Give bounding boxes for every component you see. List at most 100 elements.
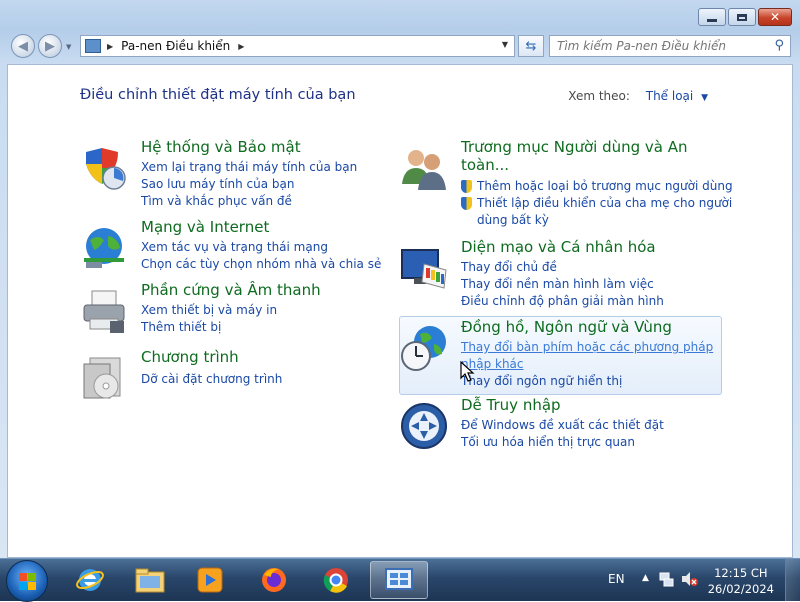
link-windows-suggest[interactable]: Để Windows đề xuất các thiết đặt [461, 417, 664, 434]
search-box[interactable]: ⚲ [549, 35, 791, 57]
category-links: Dỡ cài đặt chương trình [141, 371, 282, 388]
category-appearance: Diện mạo và Cá nhân hóa Thay đổi chủ đề … [400, 238, 730, 308]
clock-time: 12:15 CH [714, 566, 768, 580]
search-icon[interactable]: ⚲ [774, 38, 784, 53]
start-button[interactable] [6, 560, 48, 602]
clock-date: 26/02/2024 [707, 582, 774, 596]
network-icon[interactable] [658, 571, 674, 587]
link-homegroup[interactable]: Chọn các tùy chọn nhóm nhà và chia sẻ [141, 256, 381, 273]
control-panel-window: ✕ ◀ ▶ ▼ ▶ Pa-nen Điều khiển ▶ ▼ ⇆ ⚲ Điều… [0, 0, 800, 558]
minimize-button[interactable] [698, 8, 726, 26]
show-desktop-button[interactable] [785, 559, 800, 601]
refresh-button[interactable]: ⇆ [518, 35, 544, 57]
mouse-cursor-icon [460, 361, 475, 382]
taskbar: EN ▲ 12:15 CH 26/02/2024 [0, 558, 800, 602]
taskbar-file-explorer[interactable] [124, 561, 176, 599]
view-by-label: Xem theo: [568, 89, 630, 103]
category-system-security: Hệ thống và Bảo mật Xem lại trạng thái m… [80, 138, 380, 208]
link-display-language[interactable]: Thay đổi ngôn ngữ hiển thị [461, 373, 713, 390]
link-review-status[interactable]: Xem lại trạng thái máy tính của bạn [141, 159, 357, 176]
system-tray: EN ▲ 12:15 CH 26/02/2024 [580, 559, 800, 601]
page-title: Điều chỉnh thiết đặt máy tính của bạn [80, 87, 356, 103]
category-links: Thay đổi bàn phím hoặc các phương pháp n… [461, 339, 713, 390]
breadcrumb-control-panel[interactable]: Pa-nen Điều khiển [121, 39, 230, 53]
view-by: Xem theo: Thể loại ▼ [568, 89, 708, 103]
link-add-device[interactable]: Thêm thiết bị [141, 319, 277, 336]
link-backup[interactable]: Sao lưu máy tính của bạn [141, 176, 357, 193]
category-title-line[interactable]: Trương mục Người dùng và An [461, 138, 688, 156]
clock[interactable]: 12:15 CH 26/02/2024 [708, 565, 774, 597]
control-panel-icon [85, 39, 101, 53]
link-troubleshoot[interactable]: Tìm và khắc phục vấn đề [141, 193, 357, 210]
control-panel-icon [385, 568, 413, 590]
category-links: Xem lại trạng thái máy tính của bạn Sao … [141, 159, 357, 210]
back-arrow-icon: ◀ [18, 38, 28, 54]
link-change-theme[interactable]: Thay đổi chủ đề [461, 259, 664, 276]
monitor-palette-icon[interactable] [400, 244, 448, 292]
firefox-icon [262, 568, 286, 592]
chevron-down-icon[interactable]: ▼ [701, 93, 708, 103]
category-programs: Chương trình Dỡ cài đặt chương trình [80, 348, 380, 399]
internet-explorer-icon [76, 569, 104, 591]
forward-arrow-icon: ▶ [45, 38, 55, 54]
forward-button[interactable]: ▶ [38, 34, 62, 58]
link-change-keyboard-cont[interactable]: nhập khác [461, 356, 713, 373]
category-title[interactable]: Đồng hồ, Ngôn ngữ và Vùng [461, 318, 672, 336]
main-content: Điều chỉnh thiết đặt máy tính của bạn Xe… [7, 64, 793, 558]
link-optimize-display[interactable]: Tối ưu hóa hiển thị trực quan [461, 434, 664, 451]
breadcrumb-separator-icon[interactable]: ▶ [107, 42, 113, 51]
link-add-remove-accounts[interactable]: Thêm hoặc loại bỏ trương mục người dùng [461, 178, 733, 195]
category-links: Xem tác vụ và trạng thái mạng Chọn các t… [141, 239, 381, 273]
ease-of-access-icon[interactable] [400, 402, 448, 450]
category-links: Thêm hoặc loại bỏ trương mục người dùng … [461, 178, 733, 229]
taskbar-media-player[interactable] [184, 561, 236, 599]
printer-icon[interactable] [80, 287, 128, 335]
refresh-icon: ⇆ [525, 38, 537, 54]
media-player-icon [197, 567, 223, 593]
category-title[interactable]: Diện mạo và Cá nhân hóa [461, 238, 656, 256]
link-change-background[interactable]: Thay đổi nền màn hình làm việc [461, 276, 664, 293]
close-button[interactable]: ✕ [758, 8, 792, 26]
link-uninstall-program[interactable]: Dỡ cài đặt chương trình [141, 371, 282, 388]
network-globe-icon[interactable] [80, 224, 128, 272]
clock-globe-icon[interactable] [400, 324, 448, 372]
users-icon[interactable] [400, 144, 448, 192]
recent-pages-dropdown[interactable]: ▼ [66, 43, 71, 51]
taskbar-chrome[interactable] [310, 561, 362, 599]
category-title[interactable]: Hệ thống và Bảo mật [141, 138, 301, 156]
shield-icon[interactable] [80, 144, 128, 192]
back-button[interactable]: ◀ [11, 34, 35, 58]
category-hardware-sound: Phần cứng và Âm thanh Xem thiết bị và má… [80, 281, 380, 341]
taskbar-firefox[interactable] [248, 561, 300, 599]
maximize-button[interactable] [728, 8, 756, 26]
category-user-accounts: Trương mục Người dùng và An toàn... Thêm… [400, 138, 733, 229]
category-title[interactable]: Chương trình [141, 348, 239, 366]
category-network-internet: Mạng và Internet Xem tác vụ và trạng thá… [80, 218, 381, 278]
language-indicator[interactable]: EN [608, 572, 625, 586]
category-title[interactable]: Phần cứng và Âm thanh [141, 281, 321, 299]
link-screen-resolution[interactable]: Điều chỉnh độ phân giải màn hình [461, 293, 664, 310]
category-links: Để Windows đề xuất các thiết đặt Tối ưu … [461, 417, 664, 451]
link-parental-controls[interactable]: Thiết lập điều khiển của cha mẹ cho ngườ… [461, 195, 733, 212]
link-network-status[interactable]: Xem tác vụ và trạng thái mạng [141, 239, 381, 256]
view-by-selector[interactable]: Thể loại [646, 89, 694, 103]
link-change-keyboard[interactable]: Thay đổi bàn phím hoặc các phương pháp [461, 339, 713, 356]
category-title[interactable]: Dễ Truy nhập [461, 396, 561, 414]
search-input[interactable] [555, 38, 769, 54]
category-title-line[interactable]: toàn... [461, 156, 509, 174]
taskbar-control-panel[interactable] [370, 561, 428, 599]
category-links: Xem thiết bị và máy in Thêm thiết bị [141, 302, 277, 336]
show-hidden-icons-icon[interactable]: ▲ [642, 573, 649, 583]
link-parental-controls-cont[interactable]: dùng bất kỳ [461, 212, 733, 229]
address-bar[interactable]: ▶ Pa-nen Điều khiển ▶ ▼ [80, 35, 515, 57]
address-dropdown-icon[interactable]: ▼ [502, 40, 508, 49]
category-title[interactable]: Trương mục Người dùng và An toàn... [461, 138, 688, 174]
link-devices-printers[interactable]: Xem thiết bị và máy in [141, 302, 277, 319]
file-explorer-icon [135, 568, 165, 593]
category-title[interactable]: Mạng và Internet [141, 218, 269, 236]
taskbar-internet-explorer[interactable] [64, 561, 116, 599]
breadcrumb-separator-icon[interactable]: ▶ [238, 42, 244, 51]
programs-icon[interactable] [80, 354, 128, 402]
volume-muted-icon[interactable] [680, 571, 698, 587]
category-clock-language: Đồng hồ, Ngôn ngữ và Vùng Thay đổi bàn p… [400, 318, 730, 388]
